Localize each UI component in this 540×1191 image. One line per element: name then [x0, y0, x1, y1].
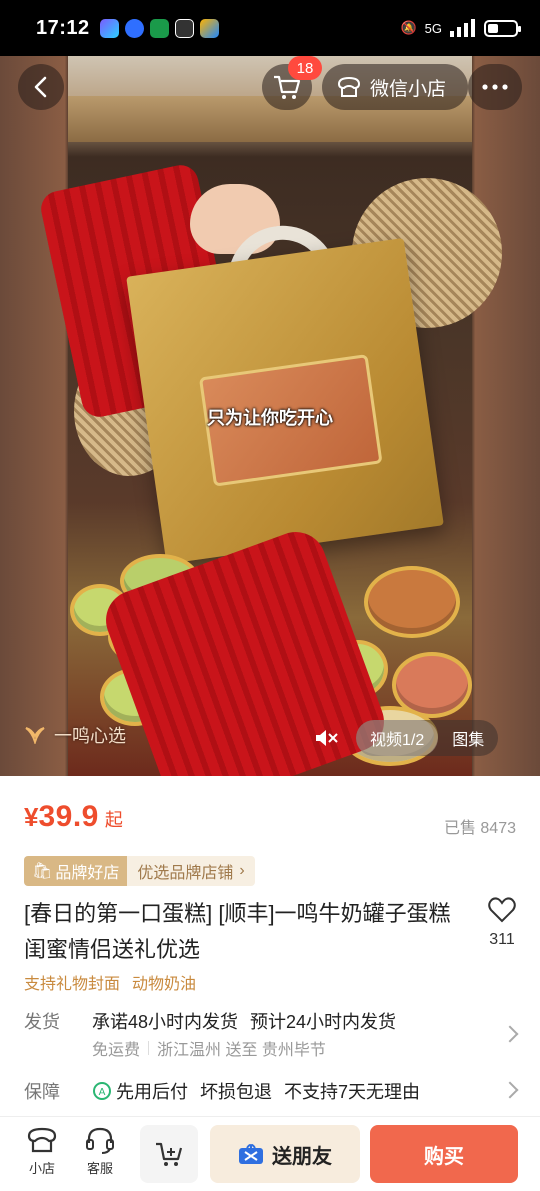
- status-bar: 17:12 🔕 5G: [0, 0, 540, 56]
- guarantee-item: 坏损包退: [200, 1082, 272, 1102]
- heart-icon: [488, 897, 516, 923]
- shipping-promise: 承诺48小时内发货: [92, 1012, 239, 1032]
- favorite-count: 311: [489, 931, 515, 948]
- status-time: 17:12: [36, 16, 90, 39]
- product-title: [春日的第一口蛋糕] [顺丰]一鸣牛奶罐子蛋糕 闺蜜情侣送礼优选: [24, 901, 451, 962]
- brand-watermark: 一鸣心选: [24, 722, 126, 748]
- guarantee-item: A 先用后付: [92, 1078, 188, 1104]
- shop-icon: [27, 1127, 57, 1153]
- feature-tag: 动物奶油: [132, 976, 197, 993]
- divider: [148, 1041, 150, 1055]
- tin-decoration: [364, 566, 460, 638]
- service-button[interactable]: 客服: [82, 1125, 118, 1177]
- share-friend-button[interactable]: 送朋友: [210, 1125, 360, 1183]
- shipping-chevron-icon[interactable]: [501, 1025, 519, 1043]
- app-notification-icon: [149, 18, 169, 38]
- chevron-right-icon: ›: [239, 862, 245, 879]
- share-friend-label: 送朋友: [272, 1145, 332, 1168]
- guarantee-item: 不支持7天无理由: [284, 1082, 421, 1102]
- video-caption: 只为让你吃开心: [207, 408, 333, 428]
- sold-count: 已售 8473: [443, 820, 516, 837]
- favorite-button[interactable]: 311: [482, 896, 522, 949]
- wechat-shop-label: 微信小店: [370, 78, 447, 100]
- notification-icons: [99, 18, 219, 38]
- brand-tag: 🛍 品牌好店: [24, 856, 128, 886]
- more-icon: [482, 84, 508, 90]
- price-currency: ¥: [24, 802, 39, 832]
- feature-tag: 支持礼物封面: [24, 976, 121, 993]
- svg-text:A: A: [99, 1087, 106, 1098]
- shipping-estimate: 预计24小时内发货: [250, 1012, 397, 1032]
- wechat-shop-button[interactable]: 微信小店: [322, 64, 468, 110]
- brand-logo-icon: [25, 727, 45, 744]
- product-info: ¥ 39.9 起 已售 8473 🛍 品牌好店 优选品牌店铺 › [春日的第一口…: [0, 776, 540, 1116]
- gift-box-decoration: [126, 237, 444, 565]
- buy-label: 购买: [424, 1145, 464, 1168]
- app-notification-icon: [99, 18, 119, 38]
- back-button[interactable]: [18, 64, 64, 110]
- headset-icon: [86, 1127, 114, 1154]
- feature-tags: 支持礼物封面 动物奶油: [24, 970, 196, 994]
- guarantee-label: 保障: [24, 1082, 60, 1102]
- cart-count-badge: 18: [288, 56, 322, 80]
- signal-icon: [450, 19, 475, 37]
- product-media[interactable]: 只为让你吃开心: [0, 56, 540, 776]
- brand-tag-label: 品牌好店: [55, 865, 120, 882]
- speaker-muted-icon: [316, 730, 338, 746]
- app-notification-icon: [124, 18, 144, 38]
- tab-gallery[interactable]: 图集: [438, 720, 498, 756]
- shop-icon: [337, 76, 361, 97]
- shop-button[interactable]: 小店: [22, 1125, 62, 1177]
- shipping-label: 发货: [24, 1012, 60, 1032]
- shipping-fee: 免运费: [92, 1042, 141, 1059]
- guarantee-info[interactable]: A 先用后付 坏损包退 不支持7天无理由: [92, 1078, 420, 1104]
- price-suffix: 起: [104, 810, 123, 830]
- service-label: 客服: [86, 1161, 113, 1176]
- guarantee-chevron-icon[interactable]: [501, 1081, 519, 1099]
- mute-button[interactable]: [308, 720, 344, 756]
- shipping-route: 浙江温州 送至 贵州毕节: [157, 1042, 326, 1059]
- price-value: 39.9: [38, 800, 99, 833]
- guarantee-item-label: 先用后付: [116, 1082, 188, 1102]
- media-tab-switcher: 视频1/2 图集: [356, 720, 499, 756]
- app-notification-icon: [199, 18, 219, 38]
- watermark-text: 一鸣心选: [54, 726, 126, 746]
- brand-store-label: 优选品牌店铺: [137, 865, 234, 882]
- tab-video[interactable]: 视频1/2: [356, 720, 439, 756]
- more-button[interactable]: [468, 64, 522, 110]
- shipping-info[interactable]: 承诺48小时内发货 预计24小时内发货: [92, 1008, 396, 1034]
- app-notification-icon: [174, 18, 194, 38]
- add-cart-icon: [156, 1142, 183, 1166]
- mute-status-icon: 🔕: [400, 20, 417, 35]
- bottom-action-bar: 小店 客服 送朋友 购买: [0, 1116, 540, 1191]
- bag-icon: 🛍: [32, 863, 53, 880]
- brand-store-link[interactable]: 优选品牌店铺 ›: [127, 856, 255, 886]
- buy-button[interactable]: 购买: [370, 1125, 518, 1183]
- battery-icon: [484, 19, 521, 37]
- status-indicators: 🔕 5G: [400, 19, 521, 37]
- network-type: 5G: [424, 20, 442, 36]
- price: ¥ 39.9 起: [24, 800, 123, 834]
- shop-label: 小店: [28, 1161, 55, 1176]
- shipping-details: 免运费 浙江温州 送至 贵州毕节: [92, 1036, 326, 1060]
- pay-later-icon: A: [93, 1082, 111, 1100]
- add-to-cart-button[interactable]: [140, 1125, 198, 1183]
- chevron-left-icon: [34, 76, 47, 98]
- gift-share-icon: [239, 1144, 263, 1164]
- brand-tag-row[interactable]: 🛍 品牌好店 优选品牌店铺 ›: [24, 856, 255, 886]
